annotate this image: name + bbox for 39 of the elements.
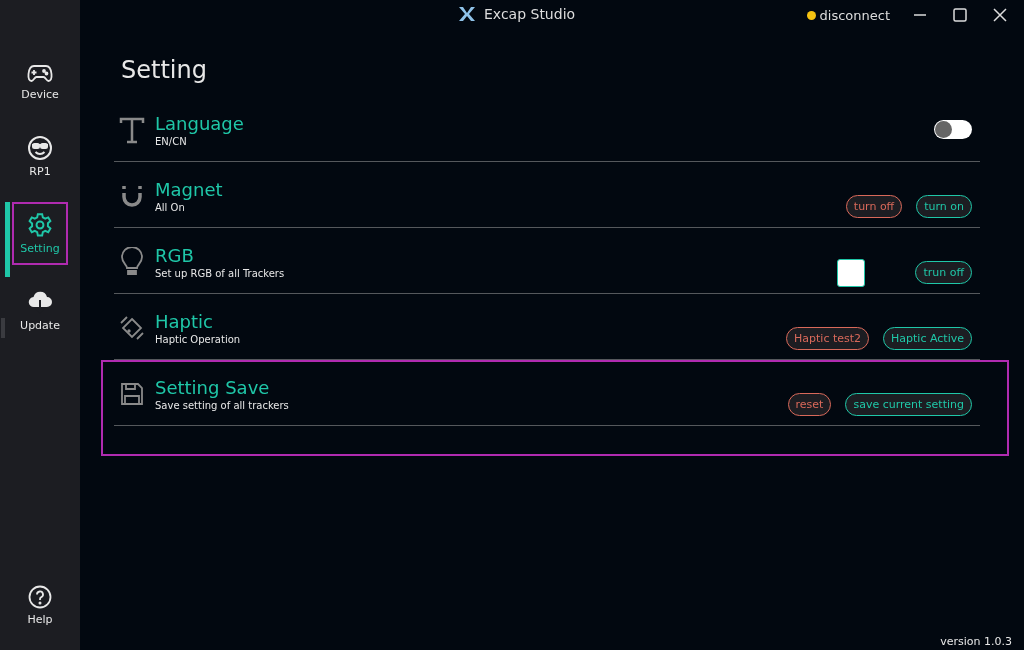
setting-description: Set up RGB of all Trackers xyxy=(155,267,286,279)
setting-description: Haptic Operation xyxy=(155,333,242,345)
text-icon xyxy=(119,115,145,144)
sidebar-item[interactable]: Setting xyxy=(12,202,68,265)
window-title: Excap Studio xyxy=(484,6,576,22)
setting-description: EN/CN xyxy=(155,135,188,147)
toggle-switch[interactable] xyxy=(934,120,972,139)
vibrating-phone-icon xyxy=(119,314,145,341)
setting-description: All On xyxy=(155,201,186,213)
sunglasses-face-icon xyxy=(27,135,53,161)
setting-title: Magnet xyxy=(155,178,224,200)
sidebar-item[interactable]: RP1 xyxy=(12,125,68,188)
setting-title: RGB xyxy=(155,244,195,266)
connection-status: disconnect xyxy=(819,7,890,23)
action-button[interactable]: trun off xyxy=(915,261,972,284)
action-button[interactable]: reset xyxy=(787,393,832,416)
page-title: Setting xyxy=(121,56,208,84)
gamepad-icon xyxy=(27,62,53,84)
close-icon xyxy=(993,8,1007,22)
gear-icon xyxy=(27,212,53,238)
action-button[interactable]: Haptic test2 xyxy=(786,327,870,350)
lightbulb-icon xyxy=(121,246,143,277)
help-button[interactable]: Help xyxy=(12,575,68,636)
action-button[interactable]: turn on xyxy=(916,195,972,218)
color-swatch[interactable] xyxy=(837,258,866,287)
sidebar-item[interactable]: Update xyxy=(12,279,68,342)
action-button[interactable]: Haptic Active xyxy=(883,327,972,350)
setting-title: Language xyxy=(155,112,245,134)
app-logo-icon xyxy=(458,6,476,22)
action-button[interactable]: turn off xyxy=(845,195,903,218)
maximize-icon xyxy=(953,8,967,22)
setting-title: Haptic xyxy=(155,310,214,332)
setting-description: Save setting of all trackers xyxy=(155,399,290,411)
action-button[interactable]: save current setting xyxy=(845,393,972,416)
help-icon xyxy=(28,585,52,609)
version-label: version 1.0.3 xyxy=(940,635,1012,648)
magnet-icon xyxy=(120,183,144,208)
setting-title: Setting Save xyxy=(155,376,271,398)
sidebar-item[interactable]: Device xyxy=(12,52,68,111)
